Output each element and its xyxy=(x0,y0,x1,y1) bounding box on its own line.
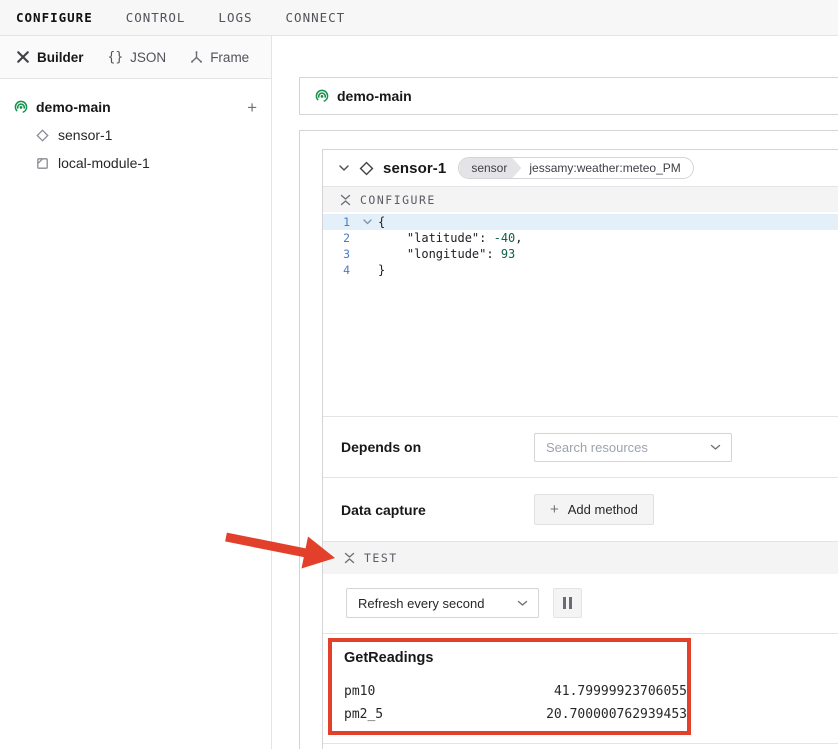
collapse-icon[interactable] xyxy=(340,194,351,206)
code-line[interactable]: 4 } xyxy=(323,262,838,278)
json-config-editor[interactable]: 1 { 2 "latitude": -40, 3 "longitude": 93… xyxy=(323,212,838,416)
frame-axes-icon xyxy=(190,51,203,64)
chevron-down-icon xyxy=(517,600,528,607)
readings-panel: GetReadings pm10 41.79999923706055 pm2_5… xyxy=(323,633,838,744)
code-number: -40 xyxy=(494,231,516,245)
pause-button[interactable] xyxy=(553,588,582,618)
line-number: 3 xyxy=(323,246,357,262)
tab-control[interactable]: CONTROL xyxy=(126,10,186,25)
diamond-icon xyxy=(359,161,374,176)
sensor-name: sensor-1 xyxy=(383,160,446,177)
code-line[interactable]: 3 "longitude": 93 xyxy=(323,246,838,262)
tree-item-machine[interactable]: demo-main + xyxy=(0,93,271,121)
top-nav: CONFIGURE CONTROL LOGS CONNECT xyxy=(0,0,838,36)
machine-part-icon xyxy=(315,89,329,103)
depends-on-row: Depends on Search resources xyxy=(323,416,838,477)
line-number: 4 xyxy=(323,262,357,278)
tree-item-sensor[interactable]: sensor-1 xyxy=(0,121,271,149)
reading-value: 41.79999923706055 xyxy=(554,684,687,699)
code-line[interactable]: 1 { xyxy=(323,214,838,230)
configure-section-label: CONFIGURE xyxy=(360,193,436,207)
badge-type: sensor xyxy=(459,158,521,178)
chevron-down-icon[interactable] xyxy=(338,164,350,172)
reading-row: pm10 41.79999923706055 xyxy=(344,684,687,700)
test-section-header[interactable]: TEST xyxy=(323,541,838,574)
depends-on-placeholder: Search resources xyxy=(546,440,648,455)
resource-tree: demo-main + sensor-1 local-module-1 xyxy=(0,79,271,177)
tree-machine-label: demo-main xyxy=(36,99,111,115)
data-capture-label: Data capture xyxy=(341,502,426,518)
code-text: "latitude": xyxy=(378,231,494,245)
sensor-card-header: sensor-1 sensor jessamy:weather:meteo_PM xyxy=(323,150,838,187)
braces-icon: {} xyxy=(108,50,124,65)
mode-builder-label: Builder xyxy=(37,50,84,65)
sidebar: Builder {} JSON Frame xyxy=(0,36,272,749)
mode-json-label: JSON xyxy=(130,50,166,65)
code-text: "longitude": xyxy=(378,247,501,261)
depends-on-select[interactable]: Search resources xyxy=(534,433,732,462)
sensor-resource-card: sensor-1 sensor jessamy:weather:meteo_PM… xyxy=(322,149,838,749)
viam-configure-screen: CONFIGURE CONTROL LOGS CONNECT Builder {… xyxy=(0,0,838,749)
reading-value: 20.700000762939453 xyxy=(546,707,687,722)
pause-icon xyxy=(563,597,566,609)
machine-part-icon xyxy=(14,100,28,114)
module-icon xyxy=(36,157,49,170)
add-resource-button[interactable]: + xyxy=(247,99,257,116)
mode-json[interactable]: {} JSON xyxy=(108,50,167,65)
machine-header-label: demo-main xyxy=(337,88,412,104)
line-number: 1 xyxy=(323,214,357,230)
mode-frame-label: Frame xyxy=(210,50,249,65)
code-text: } xyxy=(378,263,385,277)
readings-title: GetReadings xyxy=(344,650,433,666)
code-text: , xyxy=(515,231,522,245)
plus-icon: + xyxy=(550,501,559,518)
tree-module-label: local-module-1 xyxy=(58,155,150,171)
add-method-button[interactable]: + Add method xyxy=(534,494,654,525)
reading-key: pm10 xyxy=(344,684,375,699)
mode-frame[interactable]: Frame xyxy=(190,50,249,65)
refresh-rate-select[interactable]: Refresh every second xyxy=(346,588,539,618)
line-number: 2 xyxy=(323,230,357,246)
resource-type-badge: sensor jessamy:weather:meteo_PM xyxy=(458,157,693,179)
wrench-icon xyxy=(16,50,30,64)
refresh-rate-value: Refresh every second xyxy=(358,596,484,611)
configure-section-header[interactable]: CONFIGURE xyxy=(323,187,838,212)
config-mode-nav: Builder {} JSON Frame xyxy=(0,36,271,79)
data-capture-row: Data capture + Add method xyxy=(323,477,838,541)
test-section-label: TEST xyxy=(364,551,398,565)
code-line[interactable]: 2 "latitude": -40, xyxy=(323,230,838,246)
tab-connect[interactable]: CONNECT xyxy=(286,10,346,25)
tree-sensor-label: sensor-1 xyxy=(58,127,112,143)
fold-chevron-icon[interactable] xyxy=(357,219,378,225)
chevron-down-icon xyxy=(710,444,721,451)
code-number: 93 xyxy=(501,247,515,261)
badge-model: jessamy:weather:meteo_PM xyxy=(521,158,692,178)
collapse-icon[interactable] xyxy=(344,552,355,564)
reading-key: pm2_5 xyxy=(344,707,383,722)
machine-header[interactable]: demo-main xyxy=(299,77,838,115)
code-text: { xyxy=(378,215,385,229)
mode-builder[interactable]: Builder xyxy=(16,50,84,65)
reading-row: pm2_5 20.700000762939453 xyxy=(344,707,687,723)
tab-logs[interactable]: LOGS xyxy=(218,10,252,25)
tab-configure[interactable]: CONFIGURE xyxy=(16,10,93,25)
depends-on-label: Depends on xyxy=(341,439,421,455)
tree-item-module[interactable]: local-module-1 xyxy=(0,149,271,177)
diamond-icon xyxy=(36,129,49,142)
add-method-label: Add method xyxy=(568,502,638,517)
